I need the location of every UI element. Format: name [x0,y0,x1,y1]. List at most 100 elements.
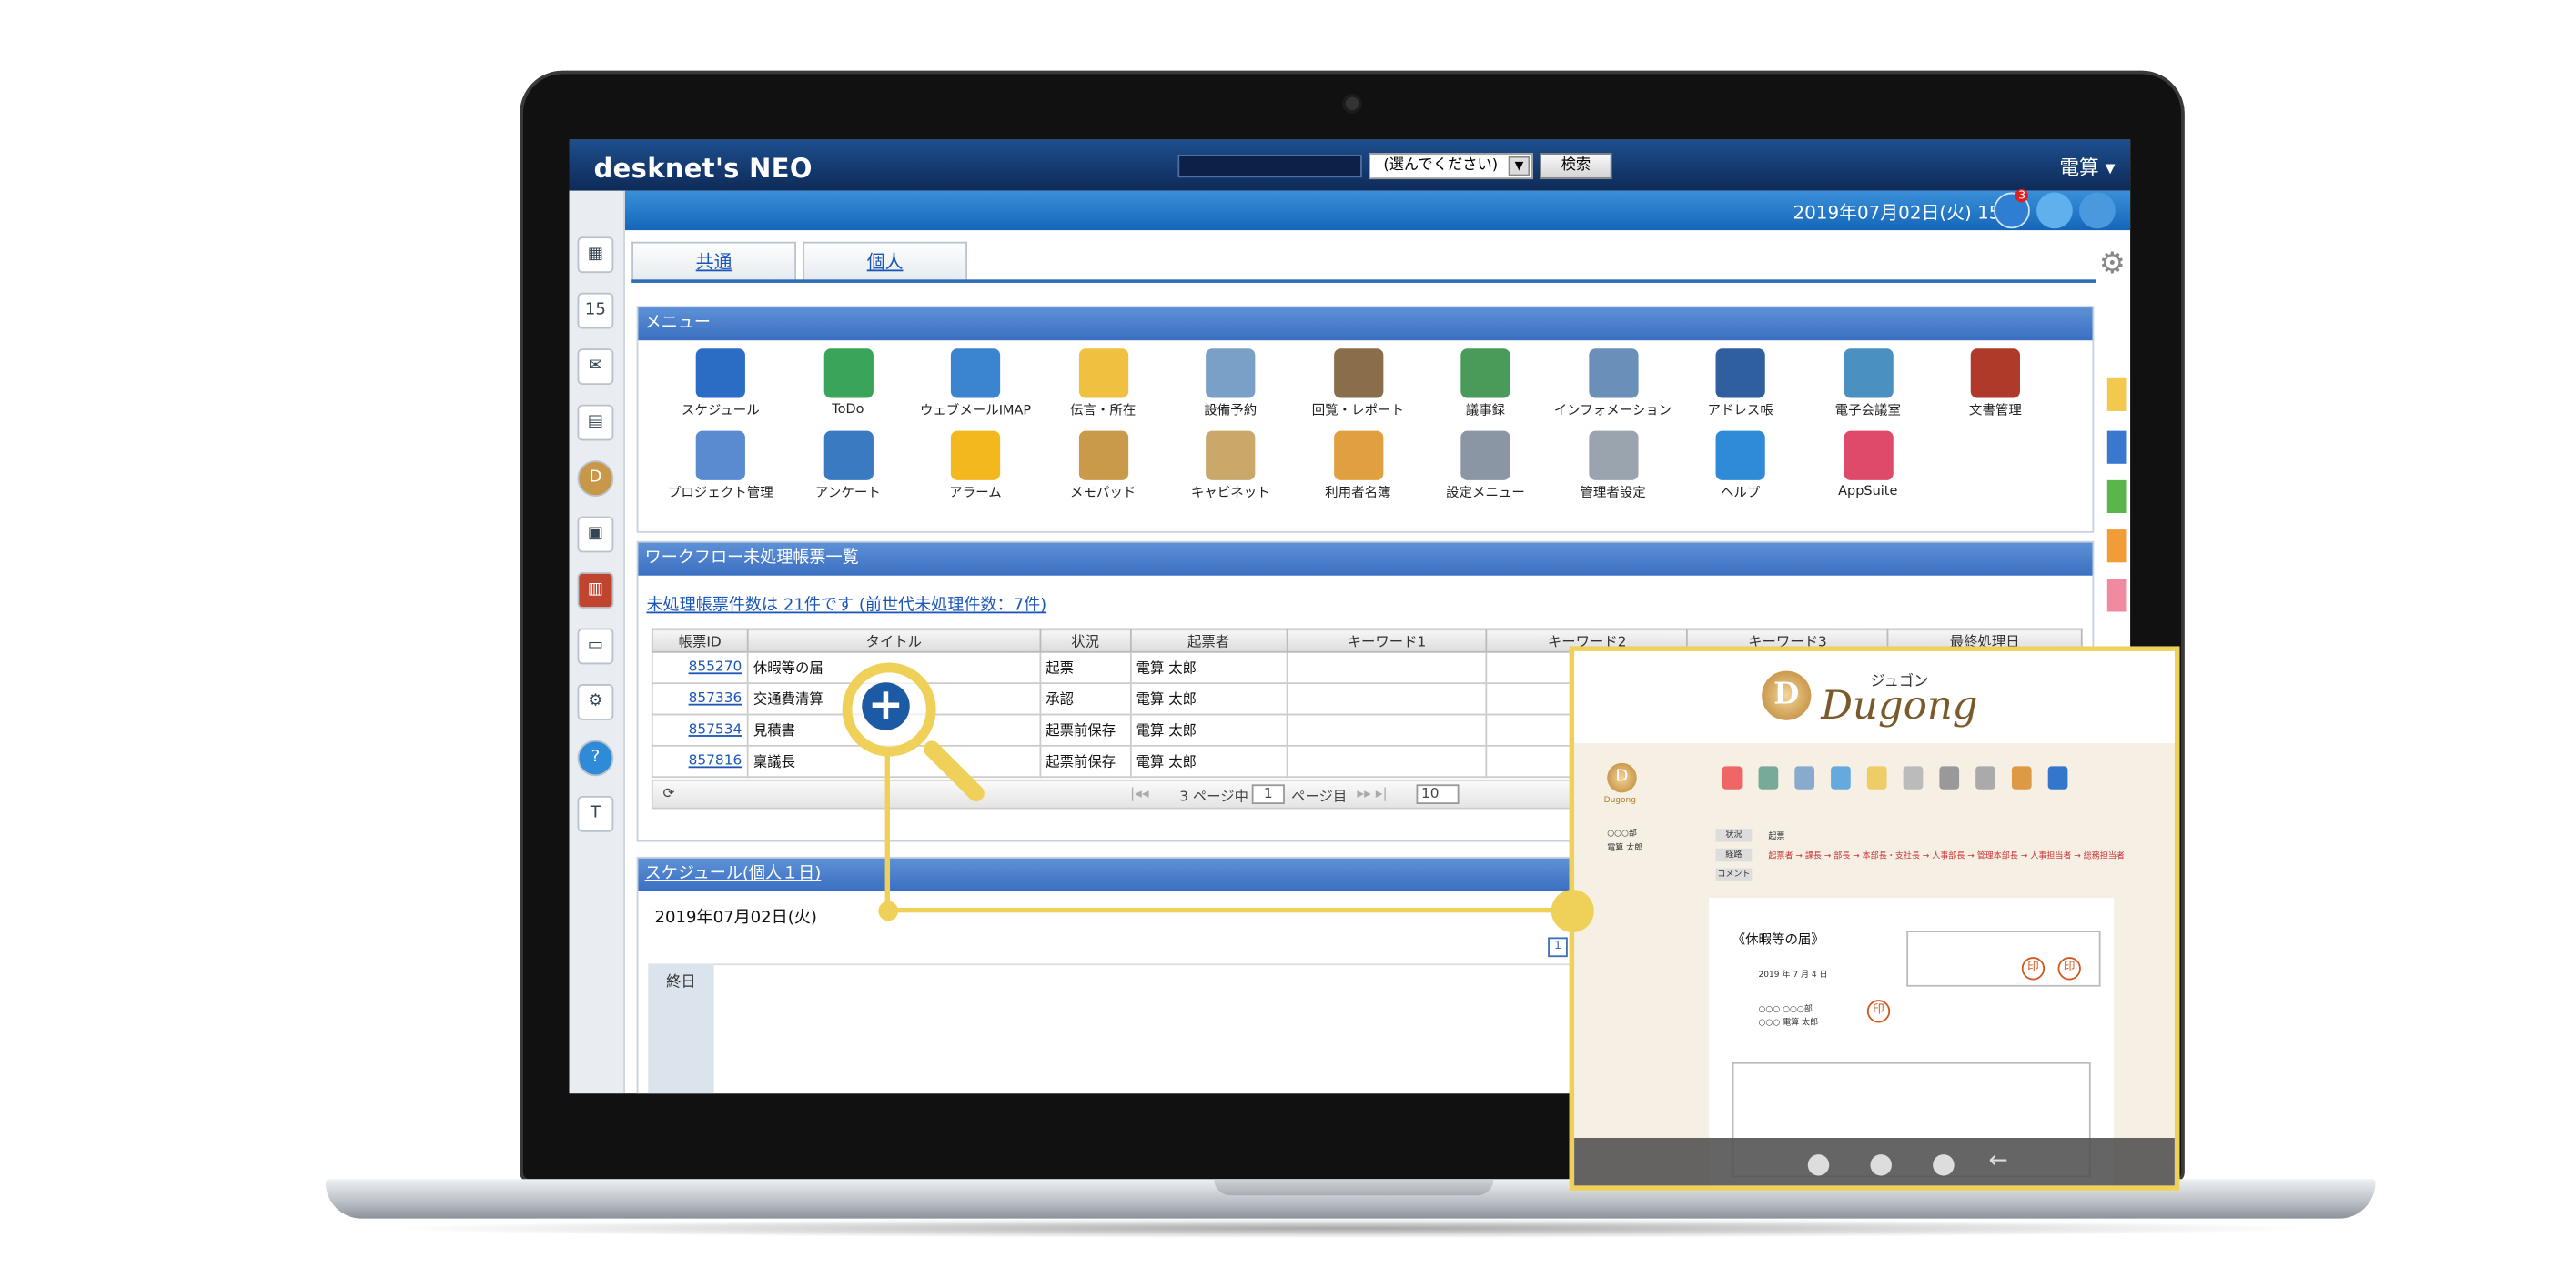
menu-item[interactable]: アラーム [913,430,1037,502]
side-tab-blue[interactable] [2106,430,2127,464]
slide-dot-1[interactable] [1807,1154,1830,1176]
callout-dot-start [878,901,899,921]
clipboard-icon [1333,348,1383,398]
binder-icon[interactable]: ▥ [577,572,614,609]
menu-item[interactable]: 文書管理 [1933,348,2057,419]
form-title: 《休暇等の届》 [1732,932,1824,948]
menu-item[interactable]: 設定メニュー [1423,430,1548,502]
form-name: ○○○ 電算 太郎 [1758,1018,1819,1028]
cell-author: 電算 太郎 [1129,650,1288,685]
dugong-preview-popup: D ジュゴン Dugong D Dugong ○○○部 電算 太郎 状況 経路 … [1569,646,2180,1191]
cell-id[interactable]: 857816 [651,744,749,779]
facility-icon[interactable]: ▤ [577,404,614,441]
column-header[interactable]: タイトル [746,628,1041,653]
column-header[interactable]: 起票者 [1129,628,1288,653]
menu-item[interactable]: 利用者名簿 [1296,430,1420,502]
information-icon[interactable]: ▣ [577,516,614,553]
search-input[interactable] [1177,154,1362,178]
slide-dot-3[interactable] [1933,1154,1955,1176]
cell-id[interactable]: 857336 [651,682,749,716]
cell-id[interactable]: 855270 [651,650,749,685]
tab-common[interactable]: 共通 [631,241,796,282]
popup-header: D ジュゴン Dugong [1574,650,2175,744]
side-tab-yellow[interactable] [2106,377,2127,411]
schedule-date: 2019年07月02日(火) [654,909,817,928]
search-button[interactable]: 検索 [1540,153,1612,180]
cell-status: 承認 [1039,682,1132,716]
menu-item-label: アドレス帳 [1707,402,1773,418]
menu-item-label: アラーム [949,485,1002,500]
menu-item[interactable]: ウェブメールIMAP [913,348,1037,419]
refresh-icon[interactable]: ⟳ [663,786,675,802]
cell-empty [1285,744,1489,779]
page-number-input[interactable]: 1 [1251,784,1285,805]
menu-item[interactable]: ヘルプ [1678,430,1803,502]
menu-item[interactable]: プロジェクト管理 [658,430,783,502]
per-page-select[interactable]: 10 [1416,784,1460,805]
information-icon [1588,348,1638,398]
menu-item[interactable]: アンケート [785,430,910,502]
menu-item[interactable]: 管理者設定 [1551,430,1675,502]
menu-item[interactable]: キャビネット [1168,430,1293,502]
callout-dot-end [1551,890,1594,933]
menu-item[interactable]: 設備予約 [1168,348,1293,419]
dugong-logo: D [1762,670,1812,720]
menu-item[interactable]: メモパッド [1040,430,1165,502]
toolbar-mini-icon [1794,766,1815,790]
menu-item[interactable]: AppSuite [1805,430,1930,498]
first-page-icon[interactable]: |◂◂ [1130,786,1149,802]
route-value: 起票者 → 課長 → 部長 → 本部長・支社長 → 人事部長 → 管理本部長 →… [1768,851,2125,862]
portal-tabs: 共通 個人 [631,241,969,282]
column-header[interactable]: 状況 [1039,628,1132,653]
side-tab-pink[interactable] [2106,579,2127,612]
address-book-icon [1715,348,1765,398]
settings-gear-icon[interactable]: ⚙ [2099,247,2126,281]
workflow-count-link[interactable]: 未処理帳票件数は 21件です (前世代未処理件数：7件) [646,590,1046,615]
menu-item-label: ヘルプ [1720,485,1761,500]
notification-icon[interactable]: 3 [1994,188,2030,229]
clipboard-icon[interactable]: ▭ [577,628,614,665]
text-icon[interactable]: T [577,795,614,832]
slide-dot-2[interactable] [1870,1154,1892,1176]
project-icon [695,430,745,480]
menu-item[interactable]: スケジュール [658,348,783,419]
menu-item[interactable]: インフォメーション [1551,348,1675,419]
profile-icon[interactable] [2079,192,2116,229]
chat-icon[interactable] [2036,192,2073,229]
column-header[interactable]: キーワード1 [1285,628,1489,653]
menu-item[interactable]: アドレス帳 [1678,348,1803,419]
side-tab-orange[interactable] [2106,529,2127,563]
search-scope-select[interactable]: (選んでください) ▼ [1369,153,1533,180]
todo-icon [823,348,874,398]
help-icon[interactable]: ? [577,740,614,777]
cell-id[interactable]: 857534 [651,713,749,747]
column-header[interactable]: 帳票ID [651,628,749,653]
dugong-icon[interactable]: D [577,460,614,497]
menu-item[interactable]: 議事録 [1423,348,1548,419]
mini-calendar-icon[interactable]: 1 [1548,937,1568,958]
tab-personal[interactable]: 個人 [803,241,967,282]
last-page-icon[interactable]: ▸▸ ▸| [1357,786,1387,802]
side-tab-green[interactable] [2106,479,2127,514]
user-menu[interactable]: 電算 ▾ [2059,153,2115,181]
portal-icon[interactable]: ▦ [577,236,614,274]
admin-gear-icon [1588,430,1638,480]
mail-icon[interactable]: ✉ [577,348,614,386]
applicant-name: 電算 太郎 [1607,843,1643,854]
gear-icon[interactable]: ⚙ [577,684,614,720]
menu-item-label: 伝言・所在 [1069,402,1136,418]
menu-item[interactable]: 伝言・所在 [1040,348,1165,419]
menu-item-label: 文書管理 [1968,402,2022,418]
zoom-plus-icon: + [862,682,910,730]
back-arrow-icon[interactable]: ← [1989,1148,2008,1174]
app-logo[interactable]: desknet's NEO [594,153,813,184]
tab-underline [631,279,2096,283]
workflow-panel-title: ワークフロー未処理帳票一覧 [638,542,2093,576]
menu-item[interactable]: 電子会議室 [1805,348,1930,419]
calendar-icon[interactable]: 15 [577,292,614,329]
menu-item[interactable]: 回覧・レポート [1296,348,1420,419]
menu-item[interactable]: ToDo [785,348,910,416]
meeting-room-icon [1843,348,1893,398]
help-icon [1715,430,1765,480]
form-date: 2019 年 7 月 4 日 [1758,970,1828,981]
